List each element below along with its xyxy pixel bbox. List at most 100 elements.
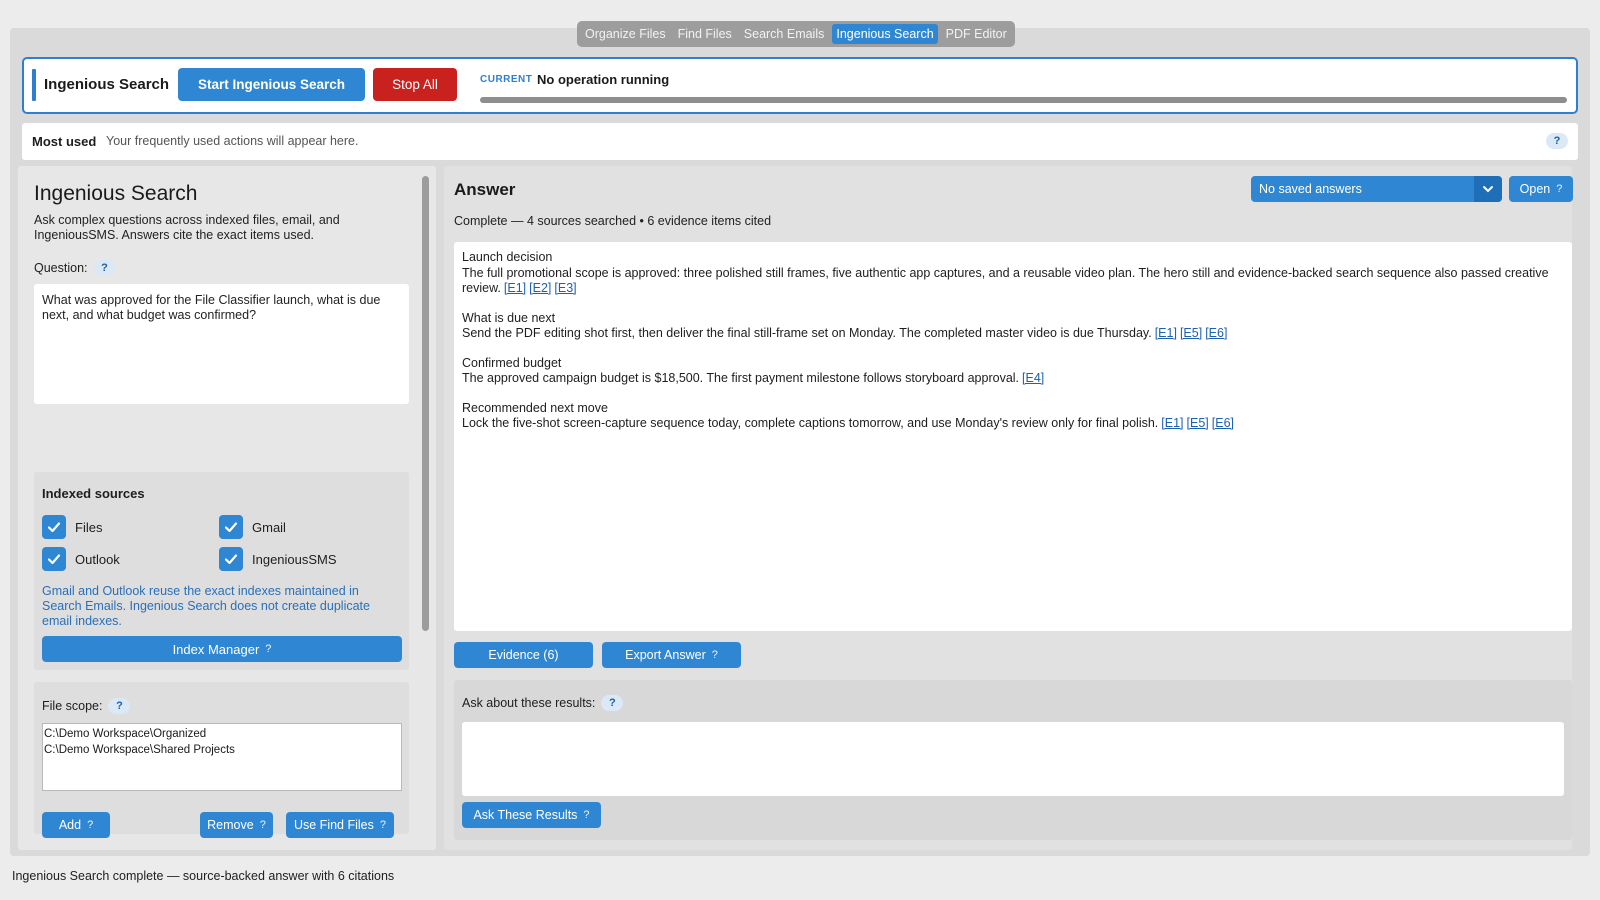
- export-answer-button[interactable]: Export Answer ?: [602, 642, 741, 668]
- search-settings-panel: Ingenious Search Ask complex questions a…: [18, 166, 436, 850]
- operation-header: Ingenious Search Start Ingenious Search …: [22, 57, 1578, 114]
- saved-answers-select[interactable]: No saved answers: [1251, 176, 1502, 202]
- citation-link[interactable]: [E3]: [554, 281, 576, 295]
- answer-title: Answer: [454, 180, 516, 199]
- answer-panel: Answer Complete — 4 sources searched • 6…: [444, 166, 1573, 850]
- answer-text: The full promotional scope is approved: …: [462, 265, 1549, 296]
- tab-ingenious-search[interactable]: Ingenious Search: [832, 24, 938, 44]
- tab-search-emails[interactable]: Search Emails: [740, 24, 829, 44]
- follow-up-label: Ask about these results:: [462, 696, 596, 710]
- chevron-down-icon[interactable]: [1474, 176, 1502, 202]
- answer-section: Launch decision The full promotional scop…: [462, 250, 1564, 297]
- citation-link[interactable]: [E1]: [504, 281, 526, 295]
- tab-bar: Organize Files Find Files Search Emails …: [577, 21, 1015, 47]
- index-manager-button[interactable]: Index Manager ?: [42, 636, 402, 662]
- header-accent-bar: [32, 69, 36, 101]
- answer-section-text: Send the PDF editing shot first, then de…: [462, 326, 1564, 342]
- answer-text: The approved campaign budget is $18,500.…: [462, 371, 1020, 385]
- source-gmail-label: Gmail: [252, 519, 286, 535]
- saved-answers-value: No saved answers: [1259, 182, 1362, 196]
- most-used-hint: Your frequently used actions will appear…: [106, 134, 359, 148]
- ask-these-results-button[interactable]: Ask These Results ?: [462, 802, 601, 828]
- question-help-icon[interactable]: ?: [93, 260, 116, 276]
- follow-up-input[interactable]: [462, 722, 1564, 796]
- answer-text: Lock the five-shot screen-capture sequen…: [462, 416, 1159, 430]
- citation-link[interactable]: [E5]: [1180, 326, 1202, 340]
- citation-link[interactable]: [E1]: [1155, 326, 1177, 340]
- operation-progress-bar: [480, 97, 1567, 103]
- answer-section: Recommended next move Lock the five-shot …: [462, 401, 1564, 432]
- follow-up-label-row: Ask about these results: ?: [462, 695, 624, 711]
- tab-pdf-editor[interactable]: PDF Editor: [942, 24, 1011, 44]
- export-answer-label: Export Answer: [625, 648, 706, 662]
- open-saved-answer-button[interactable]: Open ?: [1509, 176, 1573, 202]
- file-scope-label-row: File scope: ?: [42, 698, 131, 714]
- answer-section-heading: Launch decision: [462, 250, 553, 264]
- sources-note: Gmail and Outlook reuse the exact indexe…: [42, 584, 370, 628]
- ask-these-results-label: Ask These Results: [473, 808, 578, 822]
- tab-organize-files[interactable]: Organize Files: [581, 24, 670, 44]
- source-files-label: Files: [75, 519, 103, 535]
- follow-up-help-icon[interactable]: ?: [601, 695, 624, 711]
- answer-section-text: The approved campaign budget is $18,500.…: [462, 371, 1564, 387]
- source-ingenioussms-label: IngeniousSMS: [252, 551, 337, 567]
- answer-section-text: Lock the five-shot screen-capture sequen…: [462, 416, 1564, 432]
- current-label: CURRENT: [480, 74, 533, 85]
- answer-section: What is due next Send the PDF editing sho…: [462, 311, 1564, 342]
- use-find-files-label: Use Find Files: [293, 818, 374, 832]
- help-icon: ?: [583, 809, 590, 821]
- citation-link[interactable]: [E4]: [1022, 371, 1044, 385]
- checkmark-icon: [42, 515, 66, 539]
- answer-body: Launch decision The full promotional scop…: [454, 242, 1572, 631]
- help-icon: ?: [265, 643, 272, 655]
- help-icon: ?: [379, 819, 386, 831]
- answer-section-heading: Recommended next move: [462, 400, 608, 415]
- checkmark-icon: [219, 547, 243, 571]
- most-used-label: Most used: [32, 134, 97, 149]
- citation-link[interactable]: [E2]: [529, 281, 551, 295]
- remove-scope-label: Remove: [207, 818, 254, 832]
- citation-link[interactable]: [E6]: [1205, 326, 1227, 340]
- help-icon: ?: [87, 819, 94, 831]
- checkmark-icon: [42, 547, 66, 571]
- indexed-sources-title: Indexed sources: [42, 486, 145, 501]
- scope-path-item[interactable]: C:\Demo Workspace\Shared Projects: [44, 742, 400, 758]
- current-status: No operation running: [537, 72, 670, 87]
- source-ingenioussms-checkbox[interactable]: IngeniousSMS: [219, 547, 337, 571]
- checkmark-icon: [219, 515, 243, 539]
- file-scope-help-icon[interactable]: ?: [108, 698, 131, 714]
- file-scope-box: File scope: ? C:\Demo Workspace\Organize…: [34, 682, 409, 838]
- use-find-files-button[interactable]: Use Find Files ?: [286, 812, 394, 838]
- answer-section: Confirmed budget The approved campaign bu…: [462, 356, 1564, 387]
- panel-description: Ask complex questions across indexed fil…: [34, 213, 340, 242]
- question-input[interactable]: What was approved for the File Classifie…: [34, 284, 409, 404]
- left-panel-scrollbar[interactable]: [422, 176, 429, 631]
- evidence-button[interactable]: Evidence (6): [454, 642, 593, 668]
- source-gmail-checkbox[interactable]: Gmail: [219, 515, 286, 539]
- citation-link[interactable]: [E5]: [1187, 416, 1209, 430]
- answer-text: Send the PDF editing shot first, then de…: [462, 326, 1152, 340]
- scope-path-item[interactable]: C:\Demo Workspace\Organized: [44, 726, 400, 742]
- add-scope-label: Add: [58, 818, 82, 832]
- remove-scope-button[interactable]: Remove ?: [200, 812, 273, 838]
- most-used-help-icon[interactable]: ?: [1546, 133, 1568, 149]
- tab-find-files[interactable]: Find Files: [674, 24, 736, 44]
- help-icon: ?: [1556, 183, 1563, 195]
- file-scope-list[interactable]: C:\Demo Workspace\Organized C:\Demo Work…: [42, 723, 402, 791]
- file-scope-label: File scope:: [42, 699, 103, 713]
- stop-all-button[interactable]: Stop All: [373, 68, 457, 101]
- source-files-checkbox[interactable]: Files: [42, 515, 102, 539]
- answer-section-heading: Confirmed budget: [462, 355, 562, 370]
- source-outlook-label: Outlook: [75, 551, 120, 567]
- citation-link[interactable]: [E6]: [1212, 416, 1234, 430]
- citation-link[interactable]: [E1]: [1161, 416, 1183, 430]
- add-scope-button[interactable]: Add ?: [42, 812, 110, 838]
- start-ingenious-search-button[interactable]: Start Ingenious Search: [178, 68, 365, 101]
- source-outlook-checkbox[interactable]: Outlook: [42, 547, 120, 571]
- answer-section-text: The full promotional scope is approved: …: [462, 266, 1564, 297]
- index-manager-label: Index Manager: [172, 641, 260, 657]
- question-label-row: Question: ?: [34, 260, 116, 276]
- header-title: Ingenious Search: [44, 76, 170, 93]
- most-used-bar: Most used Your frequently used actions w…: [22, 123, 1578, 160]
- help-icon: ?: [711, 649, 718, 661]
